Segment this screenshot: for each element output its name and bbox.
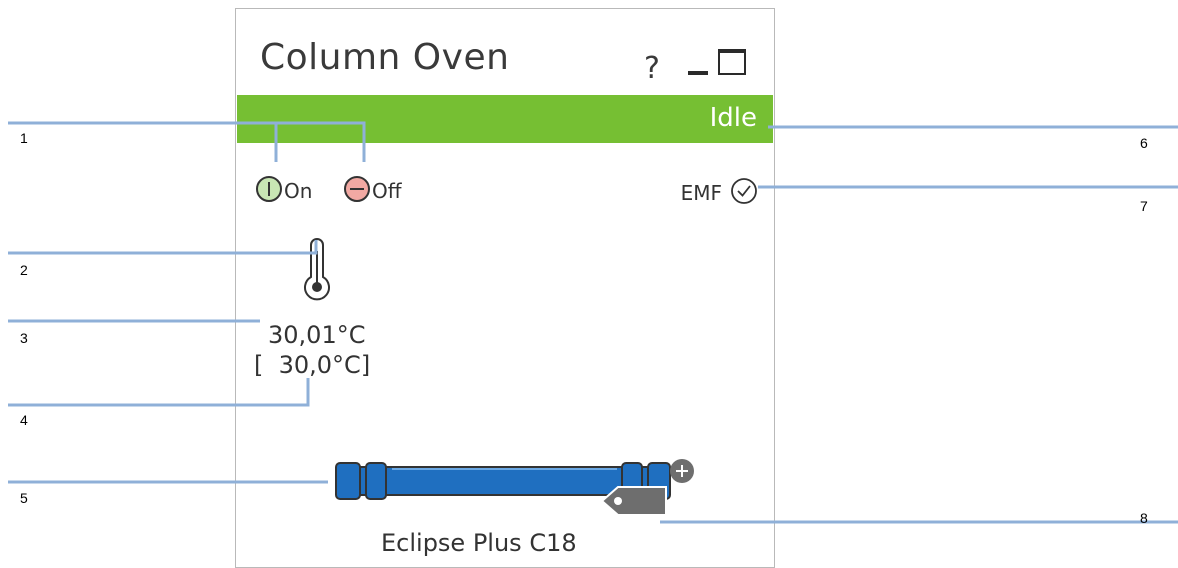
panel-title: Column Oven bbox=[260, 37, 510, 78]
callout-1: 1 bbox=[20, 130, 28, 146]
off-label: Off bbox=[372, 179, 402, 203]
on-button[interactable]: On bbox=[256, 174, 336, 208]
off-icon bbox=[344, 176, 370, 202]
callout-8: 8 bbox=[1140, 510, 1148, 526]
callout-7: 7 bbox=[1140, 198, 1148, 214]
plus-icon[interactable] bbox=[670, 459, 694, 483]
actual-temperature: 30,01°C bbox=[268, 321, 366, 349]
column-name: Eclipse Plus C18 bbox=[381, 529, 577, 557]
window-controls: ? bbox=[636, 49, 756, 86]
help-icon[interactable]: ? bbox=[644, 51, 660, 86]
setpoint-temperature[interactable]: [ 30,0°C] bbox=[254, 351, 370, 379]
check-icon bbox=[731, 178, 757, 204]
column-icon[interactable] bbox=[332, 457, 696, 537]
emf-status[interactable]: EMF bbox=[638, 177, 758, 207]
on-label: On bbox=[284, 179, 313, 203]
status-text: Idle bbox=[709, 103, 757, 133]
column-oven-panel: Column Oven ? Idle On Off EMF 30,01°C [ … bbox=[235, 8, 775, 568]
thermometer-icon bbox=[304, 238, 330, 301]
status-bar: Idle bbox=[237, 95, 773, 143]
minimize-icon[interactable] bbox=[688, 71, 708, 75]
off-button[interactable]: Off bbox=[344, 174, 434, 208]
callout-3: 3 bbox=[20, 330, 28, 346]
callout-5: 5 bbox=[20, 490, 28, 506]
callout-4: 4 bbox=[20, 412, 28, 428]
on-icon bbox=[256, 176, 282, 202]
maximize-icon[interactable] bbox=[718, 49, 746, 75]
callout-6: 6 bbox=[1140, 135, 1148, 151]
emf-label: EMF bbox=[680, 181, 722, 205]
callout-2: 2 bbox=[20, 262, 28, 278]
